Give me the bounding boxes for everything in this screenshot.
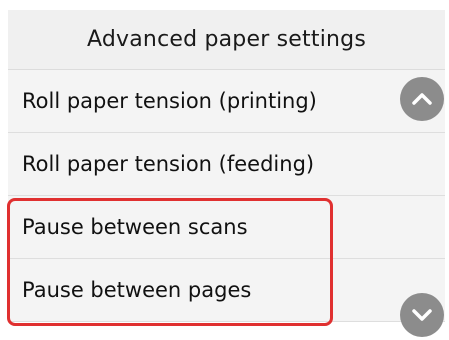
menu-item-pause-between-pages[interactable]: Pause between pages — [8, 259, 445, 322]
chevron-down-icon — [412, 309, 432, 321]
menu-item-roll-paper-tension-printing[interactable]: Roll paper tension (printing) — [8, 70, 445, 133]
menu-item-label: Pause between scans — [22, 215, 248, 239]
screen-header: Advanced paper settings — [8, 10, 445, 70]
menu-item-pause-between-scans[interactable]: Pause between scans — [8, 196, 445, 259]
settings-list: Roll paper tension (printing) Roll paper… — [8, 70, 445, 322]
menu-item-label: Pause between pages — [22, 278, 252, 302]
menu-item-label: Roll paper tension (printing) — [22, 89, 317, 113]
printer-settings-screen: Advanced paper settings Roll paper tensi… — [0, 0, 449, 340]
scroll-up-button[interactable] — [400, 77, 444, 121]
scroll-down-button[interactable] — [400, 293, 444, 337]
page-title: Advanced paper settings — [87, 27, 366, 52]
chevron-up-icon — [412, 93, 432, 105]
menu-item-roll-paper-tension-feeding[interactable]: Roll paper tension (feeding) — [8, 133, 445, 196]
menu-item-label: Roll paper tension (feeding) — [22, 152, 315, 176]
